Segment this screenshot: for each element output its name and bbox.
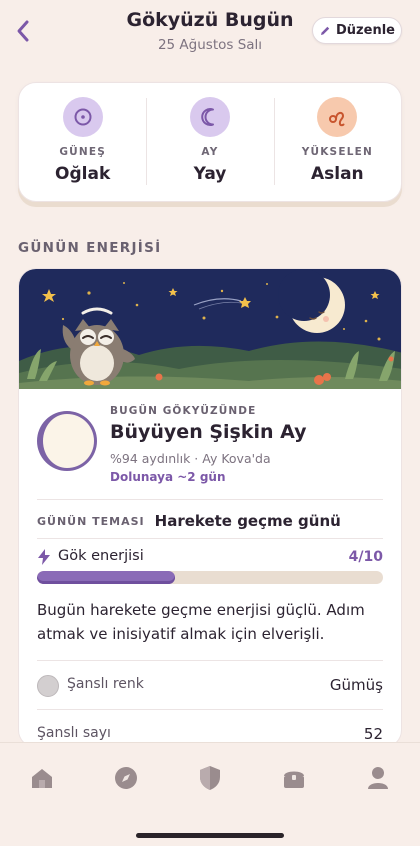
energy-card: BUGÜN GÖKYÜZÜNDE Büyüyen Şişkin Ay %94 a…	[18, 268, 402, 748]
full-moon-countdown: Dolunaya ~2 gün	[110, 470, 226, 484]
sun-icon	[74, 108, 92, 126]
sign-label: YÜKSELEN	[301, 146, 373, 158]
lucky-color-value: Gümüş	[329, 676, 383, 694]
compass-icon	[115, 767, 137, 789]
moon-phase-detail: %94 aydınlık · Ay Kova'da	[110, 451, 271, 466]
energy-row: Gök enerjisi 4/10	[19, 541, 401, 571]
energy-bar	[37, 571, 383, 584]
leo-icon-badge	[317, 97, 358, 137]
sign-value: Aslan	[310, 164, 364, 184]
moon-phase-row: BUGÜN GÖKYÜZÜNDE Büyüyen Şişkin Ay %94 a…	[19, 389, 401, 489]
header: Gökyüzü Bugün 25 Ağustos Salı Düzenle	[0, 0, 420, 64]
crescent-moon-icon	[201, 108, 214, 126]
divider	[37, 538, 383, 539]
nav-protection[interactable]	[195, 763, 225, 793]
home-icon	[32, 769, 52, 788]
moon-phase-name: Büyüyen Şişkin Ay	[110, 421, 307, 443]
night-sky-illustration	[19, 269, 401, 389]
sign-sun[interactable]: GÜNEŞ Oğlak	[19, 83, 146, 201]
divider	[37, 499, 383, 500]
sign-label: AY	[201, 146, 219, 158]
energy-label: Gök enerjisi	[58, 548, 144, 564]
nav-explore[interactable]	[111, 763, 141, 793]
edit-button-label: Düzenle	[336, 23, 395, 38]
lucky-color-row: Şanslı renk Gümüş	[37, 661, 383, 709]
lucky-number-value: 52	[363, 725, 383, 743]
signs-card: GÜNEŞ Oğlak AY Yay YÜKSELEN Aslan	[18, 82, 402, 202]
energy-description: Bugün harekete geçme enerjisi güçlü. Adı…	[37, 601, 365, 643]
sign-value: Oğlak	[55, 164, 111, 184]
leo-icon	[329, 111, 345, 127]
chest-icon	[284, 771, 304, 788]
edit-button[interactable]: Düzenle	[312, 17, 402, 44]
lightning-icon	[38, 549, 50, 565]
lucky-color-label: Şanslı renk	[67, 676, 144, 692]
sign-rising[interactable]: YÜKSELEN Aslan	[273, 83, 401, 201]
bottom-nav	[0, 742, 420, 846]
energy-bar-fill	[37, 571, 176, 584]
home-indicator	[136, 833, 284, 838]
sign-moon[interactable]: AY Yay	[146, 83, 273, 201]
sign-label: GÜNEŞ	[59, 146, 106, 158]
theme-label: GÜNÜN TEMASI	[37, 514, 145, 528]
moon-icon-badge	[189, 97, 230, 137]
theme-value: Harekete geçme günü	[154, 512, 341, 530]
shield-icon	[200, 766, 220, 790]
energy-value: 4/10	[348, 549, 383, 565]
theme-row: GÜNÜN TEMASI Harekete geçme günü	[19, 504, 401, 538]
moon-phase-icon	[37, 411, 97, 471]
sun-icon-badge	[62, 97, 103, 137]
moon-kicker: BUGÜN GÖKYÜZÜNDE	[110, 405, 257, 417]
pencil-icon	[321, 26, 330, 35]
section-title: GÜNÜN ENERJİSİ	[18, 240, 162, 256]
lucky-color-swatch	[37, 675, 59, 697]
nav-chest[interactable]	[279, 763, 309, 793]
lucky-number-label: Şanslı sayı	[37, 725, 111, 741]
profile-icon	[368, 767, 388, 789]
nav-home[interactable]	[27, 763, 57, 793]
nav-profile[interactable]	[363, 763, 393, 793]
sign-value: Yay	[193, 164, 227, 184]
